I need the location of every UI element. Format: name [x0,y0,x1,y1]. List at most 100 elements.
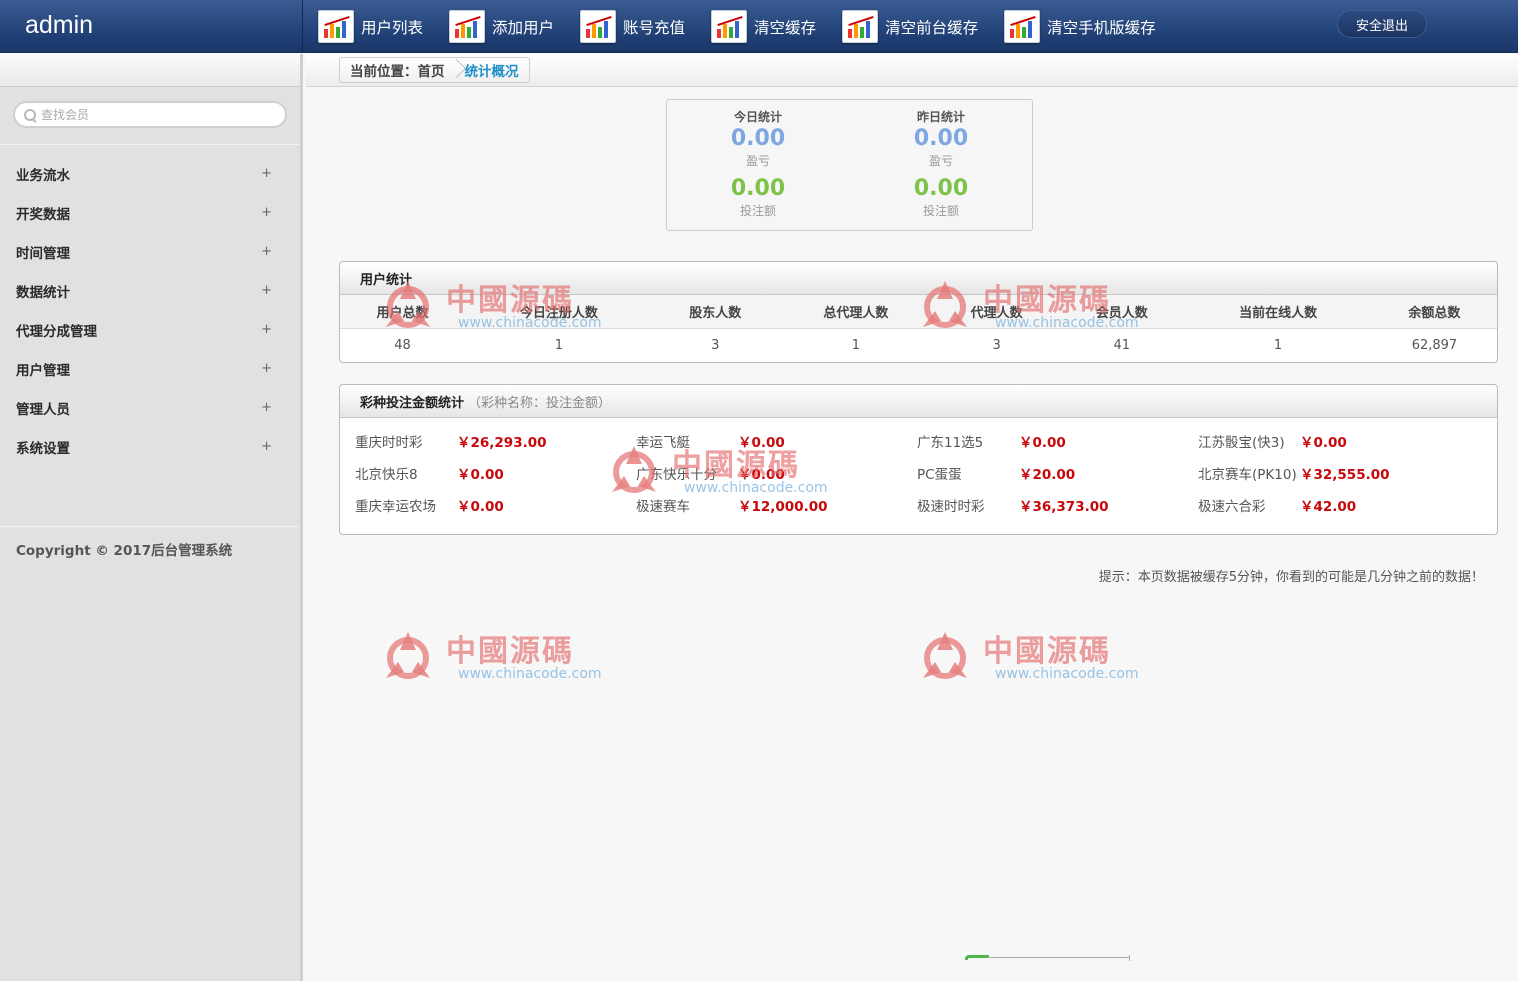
top-header: admin 用户列表 添加用户 账号充值 清空缓存 清空前台缓存 清空手机版缓存… [0,0,1518,53]
sidebar: 业务流水 + 开奖数据 + 时间管理 + 数据统计 + 代理分成管理 + 用户管… [0,54,303,981]
sidebar-item-label: 业务流水 [16,167,70,184]
nav-label: 清空手机版缓存 [1047,18,1156,37]
sidebar-item-user-management[interactable]: 用户管理 + [0,349,300,388]
user-stats-panel: 用户统计 用户总数 今日注册人数 股东人数 总代理人数 代理人数 会员人数 当前… [339,261,1498,363]
lottery-item: 极速赛车 ￥12,000.00 [636,495,917,515]
today-bet-value: 0.00 [730,176,786,201]
lottery-name: PC蛋蛋 [917,467,962,483]
daily-stats-box: 今日统计 0.00 盈亏 0.00 投注额 昨日统计 0.00 盈亏 0.00 … [666,99,1033,231]
lottery-name: 北京快乐8 [355,467,418,483]
stat-label: 盈亏 [928,154,953,168]
column-header: 当前在线人数 [1184,295,1372,329]
sidebar-item-agent-share[interactable]: 代理分成管理 + [0,310,300,349]
search-input[interactable] [41,107,271,122]
search-icon [23,108,37,122]
breadcrumb-separator-icon [451,57,459,83]
column-header: 会员人数 [1059,295,1185,329]
lottery-item: 重庆幸运农场 ￥0.00 [355,495,636,515]
table-cell: 1 [554,337,564,353]
chart-icon [580,10,617,43]
chart-icon [711,10,748,43]
lottery-name: 重庆幸运农场 [355,499,436,515]
table-cell: 3 [992,337,1001,353]
expand-icon: + [261,439,272,454]
column-header: 余额总数 [1371,295,1497,329]
lottery-name: 极速六合彩 [1198,499,1266,515]
lottery-amount: ￥0.00 [1019,435,1066,451]
lottery-name: 重庆时时彩 [355,435,423,451]
lottery-row: 北京快乐8 ￥0.00 广东快乐十分 ￥0.00 PC蛋蛋 ￥20.00 北京赛车(P… [355,457,1485,489]
sidebar-item-statistics[interactable]: 数据统计 + [0,271,300,310]
panel-title: 用户统计 [340,262,1497,295]
nav-clear-front-cache[interactable]: 清空前台缓存 [842,0,978,53]
lottery-amount: ￥42.00 [1300,499,1357,515]
sidebar-item-system-settings[interactable]: 系统设置 + [0,427,300,466]
lottery-name: 北京赛车(PK10) [1198,467,1297,483]
brand-area: admin [0,0,303,53]
lottery-item: 幸运飞艇 ￥0.00 [636,431,917,451]
sidebar-top-bar [0,54,300,87]
table-cell: 48 [394,337,411,353]
sidebar-item-admins[interactable]: 管理人员 + [0,388,300,427]
lottery-amount: ￥12,000.00 [738,499,828,515]
lottery-amount: ￥0.00 [1300,435,1347,451]
lottery-item: 北京赛车(PK10) ￥32,555.00 [1198,463,1479,483]
sidebar-item-time-management[interactable]: 时间管理 + [0,232,300,271]
lottery-amount: ￥0.00 [738,467,785,483]
yesterday-bet-value: 0.00 [913,176,969,201]
lottery-amount: ￥26,293.00 [457,435,547,451]
lottery-grid: 重庆时时彩 ￥26,293.00 幸运飞艇 ￥0.00 广东11选5 ￥0.00 江苏… [355,425,1485,521]
top-nav: 用户列表 添加用户 账号充值 清空缓存 清空前台缓存 清空手机版缓存 [318,0,1182,53]
breadcrumb-current[interactable]: 统计概况 [465,60,519,80]
table-header-row: 用户总数 今日注册人数 股东人数 总代理人数 代理人数 会员人数 当前在线人数 … [340,295,1497,329]
nav-add-user[interactable]: 添加用户 [449,0,554,53]
divider [0,144,300,145]
breadcrumb: 当前位置： 首页 统计概况 [339,57,530,83]
nav-label: 清空缓存 [754,18,817,37]
lottery-title: 彩种投注金额统计 [360,395,465,411]
table-cell: 3 [711,337,720,353]
sidebar-item-label: 数据统计 [16,284,70,301]
sidebar-item-label: 时间管理 [16,245,70,262]
logout-button[interactable]: 安全退出 [1337,10,1427,38]
user-stats-title: 用户统计 [360,272,413,288]
sidebar-item-draw-data[interactable]: 开奖数据 + [0,193,300,232]
nav-recharge[interactable]: 账号充值 [580,0,685,53]
lottery-hint: （彩种名称：投注金额） [468,395,612,411]
lottery-item: PC蛋蛋 ￥20.00 [917,463,1198,483]
loading-indicator-fill [965,955,989,960]
loading-indicator-track [987,957,1130,958]
sidebar-item-label: 用户管理 [16,362,70,379]
nav-clear-mobile-cache[interactable]: 清空手机版缓存 [1004,0,1156,53]
panel-title: 彩种投注金额统计 （彩种名称：投注金额） [340,385,1497,418]
lottery-name: 极速时时彩 [917,499,985,515]
nav-label: 清空前台缓存 [885,18,979,37]
lottery-item: 广东快乐十分 ￥0.00 [636,463,917,483]
lottery-name: 极速赛车 [636,499,690,515]
table-cell: 62,897 [1411,337,1458,353]
watermark: 中國源碼 www.chinacode.com [915,626,1147,688]
sidebar-item-label: 代理分成管理 [16,323,97,340]
nav-user-list[interactable]: 用户列表 [318,0,423,53]
column-header: 代理人数 [934,295,1060,329]
stat-title: 昨日统计 [916,110,965,124]
breadcrumb-home-link[interactable]: 首页 [418,60,445,80]
stat-label: 投注额 [922,204,959,218]
stat-label: 盈亏 [745,154,770,168]
nav-label: 账号充值 [623,18,686,37]
expand-icon: + [261,244,272,259]
watermark-text: 中國源碼 [446,634,574,669]
expand-icon: + [261,322,272,337]
member-search[interactable] [13,101,287,128]
lottery-amount: ￥0.00 [457,467,504,483]
nav-clear-cache[interactable]: 清空缓存 [711,0,816,53]
nav-label: 用户列表 [361,18,424,37]
watermark-logo-icon [923,632,967,679]
expand-icon: + [261,166,272,181]
sidebar-item-label: 开奖数据 [16,206,70,223]
column-header: 今日注册人数 [465,295,653,329]
sidebar-item-business-flow[interactable]: 业务流水 + [0,154,300,193]
expand-icon: + [261,205,272,220]
copyright: Copyright © 2017后台管理系统 [16,543,233,559]
breadcrumb-bar: 当前位置： 首页 统计概况 [306,54,1518,87]
